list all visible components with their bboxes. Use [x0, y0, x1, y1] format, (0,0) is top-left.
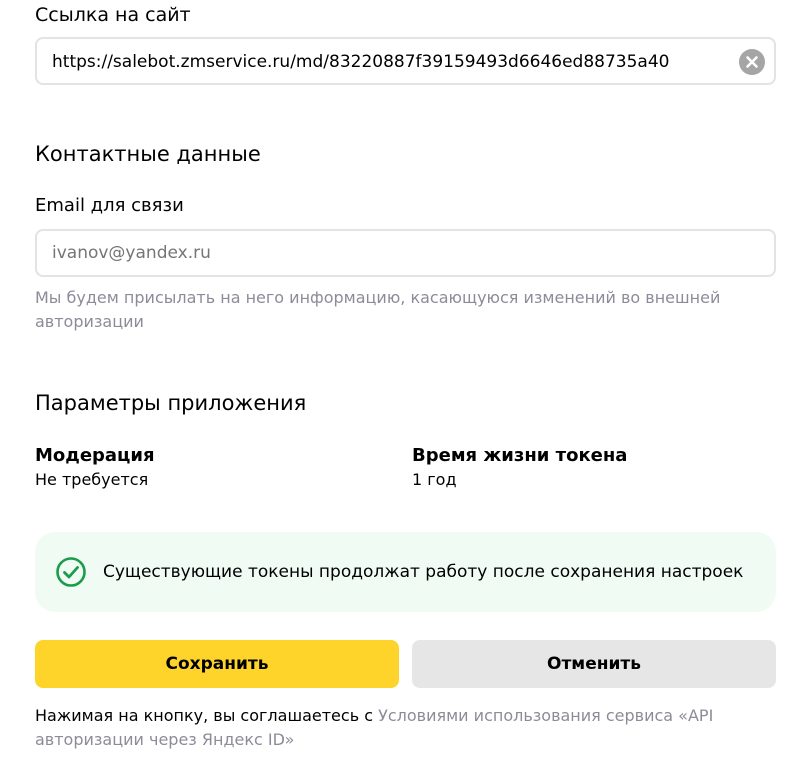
token-lifetime-label: Время жизни токена	[412, 445, 628, 466]
email-label: Email для связи	[35, 195, 184, 216]
moderation-label: Модерация	[35, 445, 155, 466]
legal-prefix: Нажимая на кнопку, вы соглашаетесь с	[35, 706, 379, 725]
email-hint: Мы будем присылать на него информацию, к…	[35, 288, 721, 331]
email-input[interactable]	[35, 229, 776, 277]
token-lifetime-value: 1 год	[412, 470, 457, 489]
close-icon	[746, 56, 758, 68]
site-link-label: Ссылка на сайт	[35, 4, 191, 26]
site-link-field[interactable]: https://salebot.zmservice.ru/md/83220887…	[35, 37, 776, 85]
token-notice: Существующие токены продолжат работу пос…	[35, 532, 776, 612]
legal-notice: Нажимая на кнопку, вы соглашаетесь с Усл…	[35, 704, 755, 752]
save-button[interactable]: Сохранить	[35, 640, 399, 688]
clear-icon[interactable]	[739, 49, 765, 75]
site-link-value[interactable]: https://salebot.zmservice.ru/md/83220887…	[52, 52, 669, 72]
app-params-section-title: Параметры приложения	[35, 391, 307, 415]
check-circle-icon	[56, 557, 86, 587]
contacts-section-title: Контактные данные	[35, 142, 261, 166]
moderation-value: Не требуется	[35, 470, 149, 489]
cancel-button[interactable]: Отменить	[412, 640, 776, 688]
notice-text: Существующие токены продолжат работу пос…	[103, 562, 744, 582]
